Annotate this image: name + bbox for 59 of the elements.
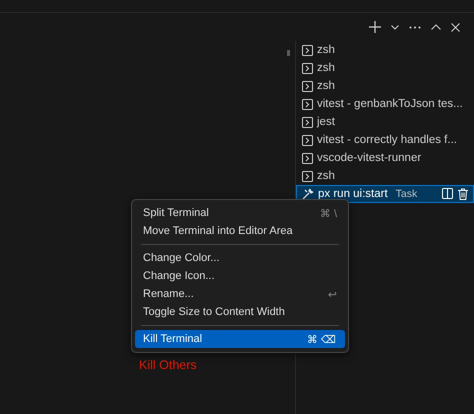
terminal-item[interactable]: zsh: [296, 41, 474, 59]
menu-item[interactable]: Split Terminal ⌘ \: [135, 204, 345, 222]
terminal-item[interactable]: vitest - correctly handles f...: [296, 131, 474, 149]
terminal-name: vscode-vitest-runner: [317, 152, 422, 164]
menu-label: Change Icon...: [143, 270, 215, 282]
annotation-text: Kill Others: [139, 358, 197, 372]
more-icon: [409, 26, 421, 28]
terminal-name: px run ui:start: [318, 188, 388, 200]
terminal-name: zsh: [317, 62, 335, 74]
menu-item[interactable]: Kill Terminal ⌘ ⌫: [135, 330, 345, 348]
menu-item[interactable]: Rename... ↩: [135, 285, 345, 303]
terminal-icon: [302, 80, 313, 92]
menu-label: Change Color...: [143, 252, 220, 264]
shortcut: ⌘ \: [320, 206, 337, 220]
menu-label: Split Terminal: [143, 207, 209, 219]
menu-label: Rename...: [143, 288, 194, 300]
terminal-name: vitest - genbankToJson tes...: [317, 98, 463, 110]
chevron-down-icon: [391, 24, 399, 30]
terminal-item[interactable]: vscode-vitest-runner: [296, 149, 474, 167]
terminal-name: zsh: [317, 44, 335, 56]
terminal-name: jest: [317, 116, 335, 128]
terminal-icon: [302, 44, 313, 56]
terminal-item[interactable]: px run ui:start Task: [296, 185, 474, 203]
terminal-icon: [302, 98, 313, 110]
menu-item[interactable]: Toggle Size to Content Width: [135, 303, 345, 321]
terminal-name: vitest - correctly handles f...: [317, 134, 457, 146]
add-icon: [369, 21, 381, 33]
terminal-item[interactable]: vitest - genbankToJson tes...: [296, 95, 474, 113]
split-icon[interactable]: [442, 188, 453, 199]
terminal-icon: [302, 134, 313, 146]
terminal-item[interactable]: zsh: [296, 167, 474, 185]
terminal-name: zsh: [317, 80, 335, 92]
toolbar-button[interactable]: [451, 22, 460, 32]
toolbar-button[interactable]: [369, 21, 381, 33]
terminal-icon: [302, 170, 313, 182]
terminal-icon: [302, 62, 313, 74]
task-label: Task: [396, 188, 418, 200]
terminal-item[interactable]: jest: [296, 113, 474, 131]
shortcut: ⌘ ⌫: [307, 332, 337, 346]
terminal-icon: [302, 152, 313, 164]
menu-item[interactable]: Change Color...: [135, 249, 345, 267]
menu-label: Move Terminal into Editor Area: [143, 225, 293, 237]
close-icon: [451, 22, 460, 32]
menu-item[interactable]: Change Icon...: [135, 267, 345, 285]
menu-label: Kill Terminal: [143, 333, 202, 345]
menu-item[interactable]: Move Terminal into Editor Area: [135, 222, 345, 240]
tools-icon: [302, 188, 314, 200]
terminal-item[interactable]: zsh: [296, 59, 474, 77]
scrollbar-thumb[interactable]: [287, 50, 290, 56]
trash-icon[interactable]: [458, 188, 468, 200]
terminal-icon: [302, 116, 313, 128]
menu-label: Toggle Size to Content Width: [143, 306, 285, 318]
toolbar-button[interactable]: [431, 24, 441, 30]
toolbar-button[interactable]: [409, 26, 421, 28]
chevron-up-icon: [431, 24, 441, 30]
terminal-item[interactable]: zsh: [296, 77, 474, 95]
terminal-name: zsh: [317, 170, 335, 182]
shortcut: ↩: [328, 288, 337, 300]
toolbar-button[interactable]: [391, 24, 399, 30]
